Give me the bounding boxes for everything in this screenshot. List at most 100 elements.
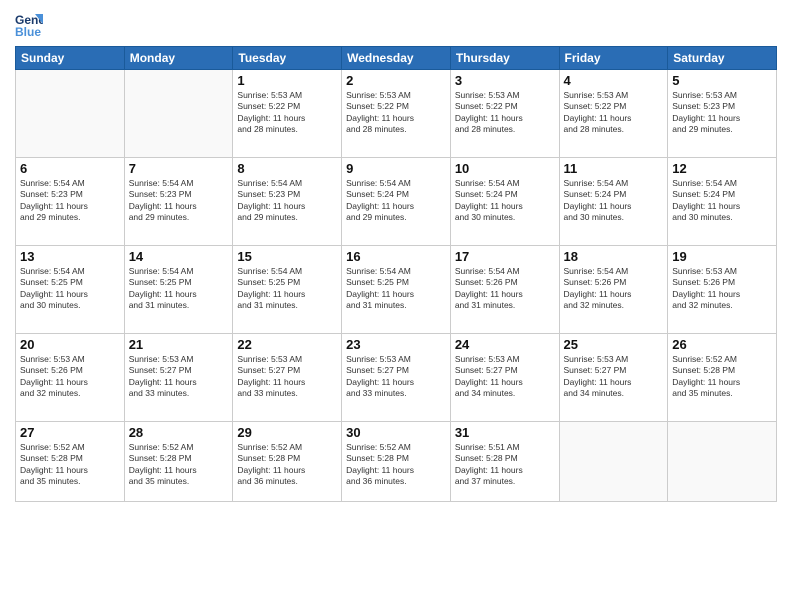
- day-number: 20: [20, 337, 120, 352]
- calendar-day: 22 Sunrise: 5:53 AM Sunset: 5:27 PM Dayli…: [233, 334, 342, 422]
- calendar-day: 26 Sunrise: 5:52 AM Sunset: 5:28 PM Dayli…: [668, 334, 777, 422]
- calendar-day: 14 Sunrise: 5:54 AM Sunset: 5:25 PM Dayli…: [124, 246, 233, 334]
- day-number: 13: [20, 249, 120, 264]
- calendar-day: 17 Sunrise: 5:54 AM Sunset: 5:26 PM Dayli…: [450, 246, 559, 334]
- day-number: 4: [564, 73, 664, 88]
- calendar-day: 23 Sunrise: 5:53 AM Sunset: 5:27 PM Dayli…: [342, 334, 451, 422]
- calendar-day: 13 Sunrise: 5:54 AM Sunset: 5:25 PM Dayli…: [16, 246, 125, 334]
- day-number: 17: [455, 249, 555, 264]
- calendar-day: 5 Sunrise: 5:53 AM Sunset: 5:23 PM Daylig…: [668, 70, 777, 158]
- day-info: Sunrise: 5:52 AM Sunset: 5:28 PM Dayligh…: [672, 354, 772, 400]
- day-number: 27: [20, 425, 120, 440]
- calendar-day: 19Sunrise: 5:53 AM Sunset: 5:26 PM Dayli…: [668, 246, 777, 334]
- calendar-day: 16 Sunrise: 5:54 AM Sunset: 5:25 PM Dayli…: [342, 246, 451, 334]
- day-number: 12: [672, 161, 772, 176]
- day-number: 14: [129, 249, 229, 264]
- day-number: 30: [346, 425, 446, 440]
- calendar-day: 10 Sunrise: 5:54 AM Sunset: 5:24 PM Dayli…: [450, 158, 559, 246]
- day-info: Sunrise: 5:54 AM Sunset: 5:26 PM Dayligh…: [564, 266, 664, 312]
- day-number: 23: [346, 337, 446, 352]
- day-info: Sunrise: 5:54 AM Sunset: 5:24 PM Dayligh…: [672, 178, 772, 224]
- calendar-day: 21 Sunrise: 5:53 AM Sunset: 5:27 PM Dayli…: [124, 334, 233, 422]
- day-info: Sunrise: 5:53 AM Sunset: 5:22 PM Dayligh…: [564, 90, 664, 136]
- day-info: Sunrise: 5:53 AM Sunset: 5:27 PM Dayligh…: [564, 354, 664, 400]
- day-info: Sunrise: 5:53 AM Sunset: 5:27 PM Dayligh…: [455, 354, 555, 400]
- calendar-empty: [124, 70, 233, 158]
- day-info: Sunrise: 5:54 AM Sunset: 5:23 PM Dayligh…: [237, 178, 337, 224]
- svg-text:Blue: Blue: [15, 25, 41, 38]
- weekday-header: Saturday: [668, 47, 777, 70]
- day-info: Sunrise: 5:54 AM Sunset: 5:24 PM Dayligh…: [346, 178, 446, 224]
- day-info: Sunrise: 5:54 AM Sunset: 5:25 PM Dayligh…: [20, 266, 120, 312]
- day-info: Sunrise: 5:54 AM Sunset: 5:24 PM Dayligh…: [564, 178, 664, 224]
- calendar-day: 27Sunrise: 5:52 AM Sunset: 5:28 PM Dayli…: [16, 422, 125, 502]
- day-number: 3: [455, 73, 555, 88]
- day-info: Sunrise: 5:52 AM Sunset: 5:28 PM Dayligh…: [346, 442, 446, 488]
- day-number: 9: [346, 161, 446, 176]
- weekday-header: Wednesday: [342, 47, 451, 70]
- weekday-header: Friday: [559, 47, 668, 70]
- calendar-day: 31 Sunrise: 5:51 AM Sunset: 5:28 PM Dayli…: [450, 422, 559, 502]
- day-info: Sunrise: 5:53 AM Sunset: 5:27 PM Dayligh…: [346, 354, 446, 400]
- calendar-day: 4 Sunrise: 5:53 AM Sunset: 5:22 PM Daylig…: [559, 70, 668, 158]
- day-number: 26: [672, 337, 772, 352]
- day-info: Sunrise: 5:53 AM Sunset: 5:22 PM Dayligh…: [346, 90, 446, 136]
- calendar-day: 2 Sunrise: 5:53 AM Sunset: 5:22 PM Daylig…: [342, 70, 451, 158]
- calendar-day: 25 Sunrise: 5:53 AM Sunset: 5:27 PM Dayli…: [559, 334, 668, 422]
- day-number: 2: [346, 73, 446, 88]
- day-info: Sunrise: 5:53 AM Sunset: 5:26 PM Dayligh…: [20, 354, 120, 400]
- day-info: Sunrise: 5:54 AM Sunset: 5:24 PM Dayligh…: [455, 178, 555, 224]
- calendar-day: 20 Sunrise: 5:53 AM Sunset: 5:26 PM Dayli…: [16, 334, 125, 422]
- logo: General Blue: [15, 10, 45, 38]
- calendar-day: 28 Sunrise: 5:52 AM Sunset: 5:28 PM Dayli…: [124, 422, 233, 502]
- day-number: 21: [129, 337, 229, 352]
- calendar-day: 11 Sunrise: 5:54 AM Sunset: 5:24 PM Dayli…: [559, 158, 668, 246]
- day-info: Sunrise: 5:54 AM Sunset: 5:25 PM Dayligh…: [237, 266, 337, 312]
- calendar-day: 6 Sunrise: 5:54 AM Sunset: 5:23 PM Daylig…: [16, 158, 125, 246]
- day-number: 25: [564, 337, 664, 352]
- day-info: Sunrise: 5:52 AM Sunset: 5:28 PM Dayligh…: [129, 442, 229, 488]
- weekday-header: Thursday: [450, 47, 559, 70]
- calendar-day: 15 Sunrise: 5:54 AM Sunset: 5:25 PM Dayli…: [233, 246, 342, 334]
- day-info: Sunrise: 5:52 AM Sunset: 5:28 PM Dayligh…: [237, 442, 337, 488]
- day-number: 11: [564, 161, 664, 176]
- calendar-empty: [668, 422, 777, 502]
- weekday-header: Monday: [124, 47, 233, 70]
- day-number: 6: [20, 161, 120, 176]
- day-info: Sunrise: 5:53 AM Sunset: 5:22 PM Dayligh…: [455, 90, 555, 136]
- day-number: 19: [672, 249, 772, 264]
- day-number: 29: [237, 425, 337, 440]
- day-info: Sunrise: 5:54 AM Sunset: 5:25 PM Dayligh…: [129, 266, 229, 312]
- calendar-day: 7 Sunrise: 5:54 AM Sunset: 5:23 PM Daylig…: [124, 158, 233, 246]
- calendar-day: 1 Sunrise: 5:53 AM Sunset: 5:22 PM Daylig…: [233, 70, 342, 158]
- day-info: Sunrise: 5:53 AM Sunset: 5:27 PM Dayligh…: [129, 354, 229, 400]
- calendar-day: 18 Sunrise: 5:54 AM Sunset: 5:26 PM Dayli…: [559, 246, 668, 334]
- calendar-empty: [559, 422, 668, 502]
- day-number: 1: [237, 73, 337, 88]
- day-number: 31: [455, 425, 555, 440]
- calendar-day: 8Sunrise: 5:54 AM Sunset: 5:23 PM Daylig…: [233, 158, 342, 246]
- weekday-header: Sunday: [16, 47, 125, 70]
- day-number: 22: [237, 337, 337, 352]
- day-info: Sunrise: 5:54 AM Sunset: 5:25 PM Dayligh…: [346, 266, 446, 312]
- calendar-day: 3 Sunrise: 5:53 AM Sunset: 5:22 PM Daylig…: [450, 70, 559, 158]
- day-info: Sunrise: 5:51 AM Sunset: 5:28 PM Dayligh…: [455, 442, 555, 488]
- day-number: 16: [346, 249, 446, 264]
- day-number: 7: [129, 161, 229, 176]
- calendar-empty: [16, 70, 125, 158]
- day-info: Sunrise: 5:53 AM Sunset: 5:23 PM Dayligh…: [672, 90, 772, 136]
- day-number: 10: [455, 161, 555, 176]
- calendar-day: 30 Sunrise: 5:52 AM Sunset: 5:28 PM Dayli…: [342, 422, 451, 502]
- day-info: Sunrise: 5:53 AM Sunset: 5:22 PM Dayligh…: [237, 90, 337, 136]
- day-number: 5: [672, 73, 772, 88]
- calendar-table: SundayMondayTuesdayWednesdayThursdayFrid…: [15, 46, 777, 502]
- day-info: Sunrise: 5:54 AM Sunset: 5:23 PM Dayligh…: [129, 178, 229, 224]
- day-info: Sunrise: 5:53 AM Sunset: 5:27 PM Dayligh…: [237, 354, 337, 400]
- day-info: Sunrise: 5:54 AM Sunset: 5:26 PM Dayligh…: [455, 266, 555, 312]
- day-number: 15: [237, 249, 337, 264]
- day-number: 28: [129, 425, 229, 440]
- weekday-header: Tuesday: [233, 47, 342, 70]
- day-info: Sunrise: 5:54 AM Sunset: 5:23 PM Dayligh…: [20, 178, 120, 224]
- calendar-day: 9 Sunrise: 5:54 AM Sunset: 5:24 PM Daylig…: [342, 158, 451, 246]
- day-number: 18: [564, 249, 664, 264]
